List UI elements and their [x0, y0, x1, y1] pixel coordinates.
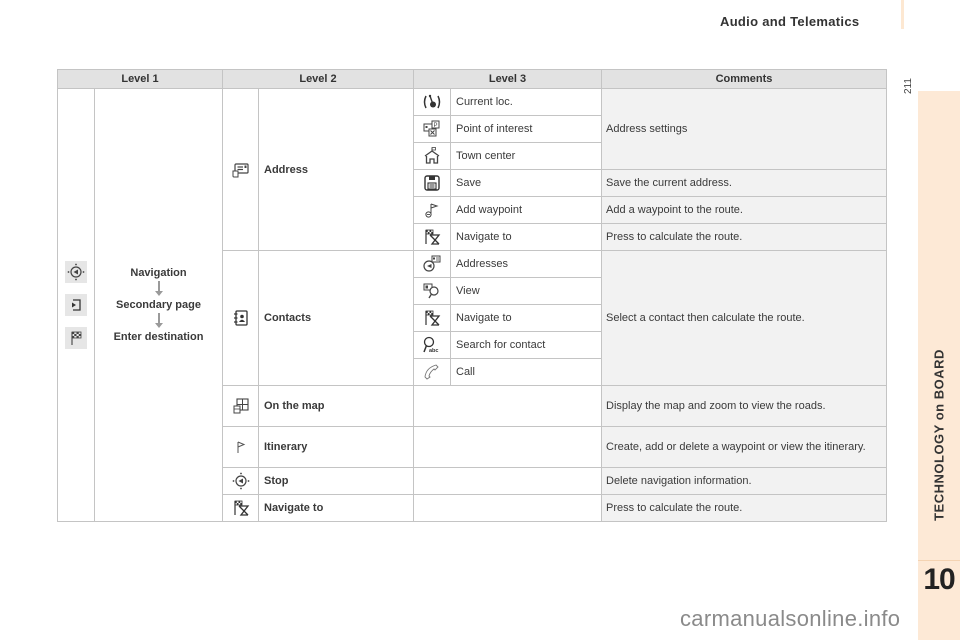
- point-of-interest-icon: P: [413, 115, 451, 143]
- comment-cell: Select a contact then calculate the rout…: [601, 250, 887, 386]
- column-header-level-2: Level 2: [222, 69, 414, 89]
- view-contact-icon: [413, 277, 451, 305]
- column-header-level-1: Level 1: [57, 69, 223, 89]
- empty-level3-cell: [413, 494, 602, 522]
- svg-text:abc: abc: [429, 348, 438, 354]
- map-icon: [222, 385, 259, 427]
- level3-label: Current loc.: [450, 88, 602, 116]
- itinerary-flag-icon: [222, 426, 259, 468]
- comment-cell: Create, add or delete a waypoint or view…: [601, 426, 887, 468]
- comment-cell: Delete navigation information.: [601, 467, 887, 495]
- level3-label: Save: [450, 169, 602, 197]
- level3-label: Point of interest: [450, 115, 602, 143]
- path-step-navigation: Navigation: [130, 267, 187, 279]
- level3-label: Navigate to: [450, 223, 602, 251]
- add-waypoint-icon: [413, 196, 451, 224]
- level2-label: Itinerary: [258, 426, 414, 468]
- empty-level3-cell: [413, 467, 602, 495]
- header-accent-rule: [901, 0, 904, 29]
- arrow-down-icon: [95, 312, 222, 330]
- level2-label: Navigate to: [258, 494, 414, 522]
- level2-icon-cell: [222, 88, 259, 251]
- svg-text:P: P: [434, 123, 438, 129]
- chapter-tab-text: TECHNOLOGY on BOARD: [931, 349, 947, 521]
- section-title: Audio and Telematics: [720, 14, 860, 29]
- level3-label: Addresses: [450, 250, 602, 278]
- comment-cell: Press to calculate the route.: [601, 223, 887, 251]
- current-location-icon: [413, 88, 451, 116]
- level3-label: Navigate to: [450, 304, 602, 332]
- contacts-icon: [232, 310, 250, 326]
- path-step-secondary-page: Secondary page: [116, 299, 201, 311]
- level2-label: On the map: [258, 385, 414, 427]
- navigation-compass-icon: [65, 261, 87, 283]
- level1-icons-cell: [57, 88, 95, 522]
- address-card-icon: [232, 162, 250, 177]
- level2-label-address: Address: [258, 88, 414, 251]
- navigate-to-icon: [413, 304, 451, 332]
- level3-label: Call: [450, 358, 602, 386]
- column-header-level-3: Level 3: [413, 69, 602, 89]
- chapter-tab-label: TECHNOLOGY on BOARD: [918, 320, 960, 550]
- chapter-number: 10: [923, 563, 955, 596]
- table-row: Navigation Secondary page Enter destinat…: [57, 88, 887, 522]
- empty-level3-cell: [413, 426, 602, 468]
- navigation-menu-table: Level 1 Level 2 Level 3 Comments Navigat…: [57, 69, 887, 522]
- column-header-comments: Comments: [601, 69, 887, 89]
- level2-icon-cell: [222, 250, 259, 386]
- comment-cell: Address settings: [601, 88, 887, 170]
- comment-cell: Save the current address.: [601, 169, 887, 197]
- call-icon: [413, 358, 451, 386]
- level3-label: View: [450, 277, 602, 305]
- navigate-to-icon: [413, 223, 451, 251]
- level3-label: Town center: [450, 142, 602, 170]
- stop-navigation-icon: [222, 467, 259, 495]
- level3-label: Add waypoint: [450, 196, 602, 224]
- checkered-flag-icon: [65, 327, 87, 349]
- chapter-tab-divider: [918, 560, 960, 561]
- search-contact-icon: abc: [413, 331, 451, 359]
- save-icon: [413, 169, 451, 197]
- table-header-row: Level 1 Level 2 Level 3 Comments: [57, 69, 887, 89]
- level2-label-contacts: Contacts: [258, 250, 414, 386]
- path-step-enter-destination: Enter destination: [113, 331, 204, 343]
- town-center-icon: [413, 142, 451, 170]
- level3-label: Search for contact: [450, 331, 602, 359]
- level2-label: Stop: [258, 467, 414, 495]
- comment-cell: Display the map and zoom to view the roa…: [601, 385, 887, 427]
- arrow-down-icon: [95, 280, 222, 298]
- secondary-page-icon: [65, 294, 87, 316]
- empty-level3-cell: [413, 385, 602, 427]
- watermark-link[interactable]: carmanualsonline.info: [680, 606, 900, 632]
- comment-cell: Add a waypoint to the route.: [601, 196, 887, 224]
- level1-path-cell: Navigation Secondary page Enter destinat…: [94, 88, 223, 522]
- addresses-icon: [413, 250, 451, 278]
- navigate-to-icon: [222, 494, 259, 522]
- comment-cell: Press to calculate the route.: [601, 494, 887, 522]
